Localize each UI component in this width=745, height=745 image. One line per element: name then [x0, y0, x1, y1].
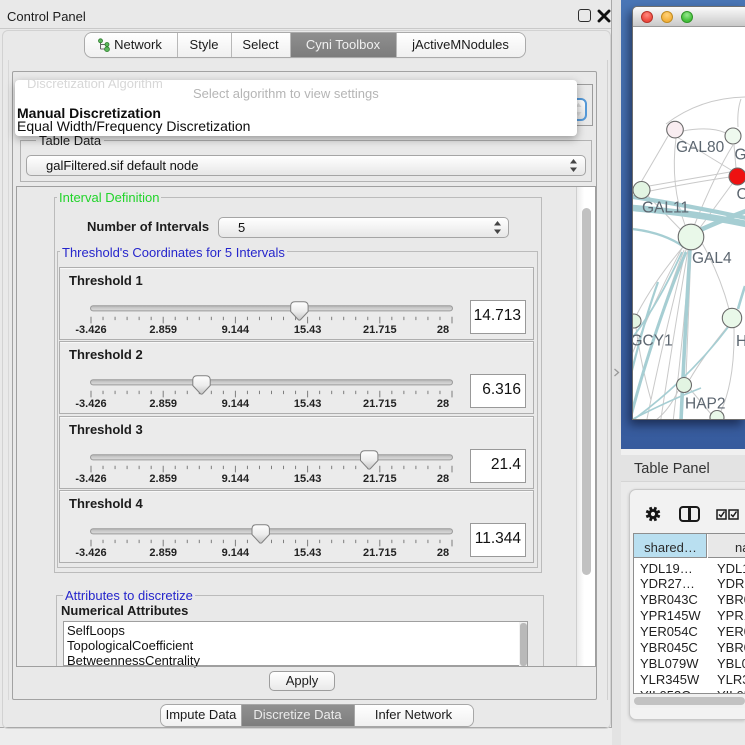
svg-text:HAP2: HAP2 — [685, 396, 726, 413]
svg-text:GAL11: GAL11 — [642, 200, 689, 217]
svg-text:GCY1: GCY1 — [633, 333, 673, 350]
svg-text:GAL4: GAL4 — [692, 250, 732, 267]
svg-text:GA: GA — [735, 147, 745, 164]
svg-text:GAL80: GAL80 — [676, 139, 725, 156]
svg-text:C: C — [737, 186, 745, 203]
svg-text:H: H — [736, 333, 745, 350]
